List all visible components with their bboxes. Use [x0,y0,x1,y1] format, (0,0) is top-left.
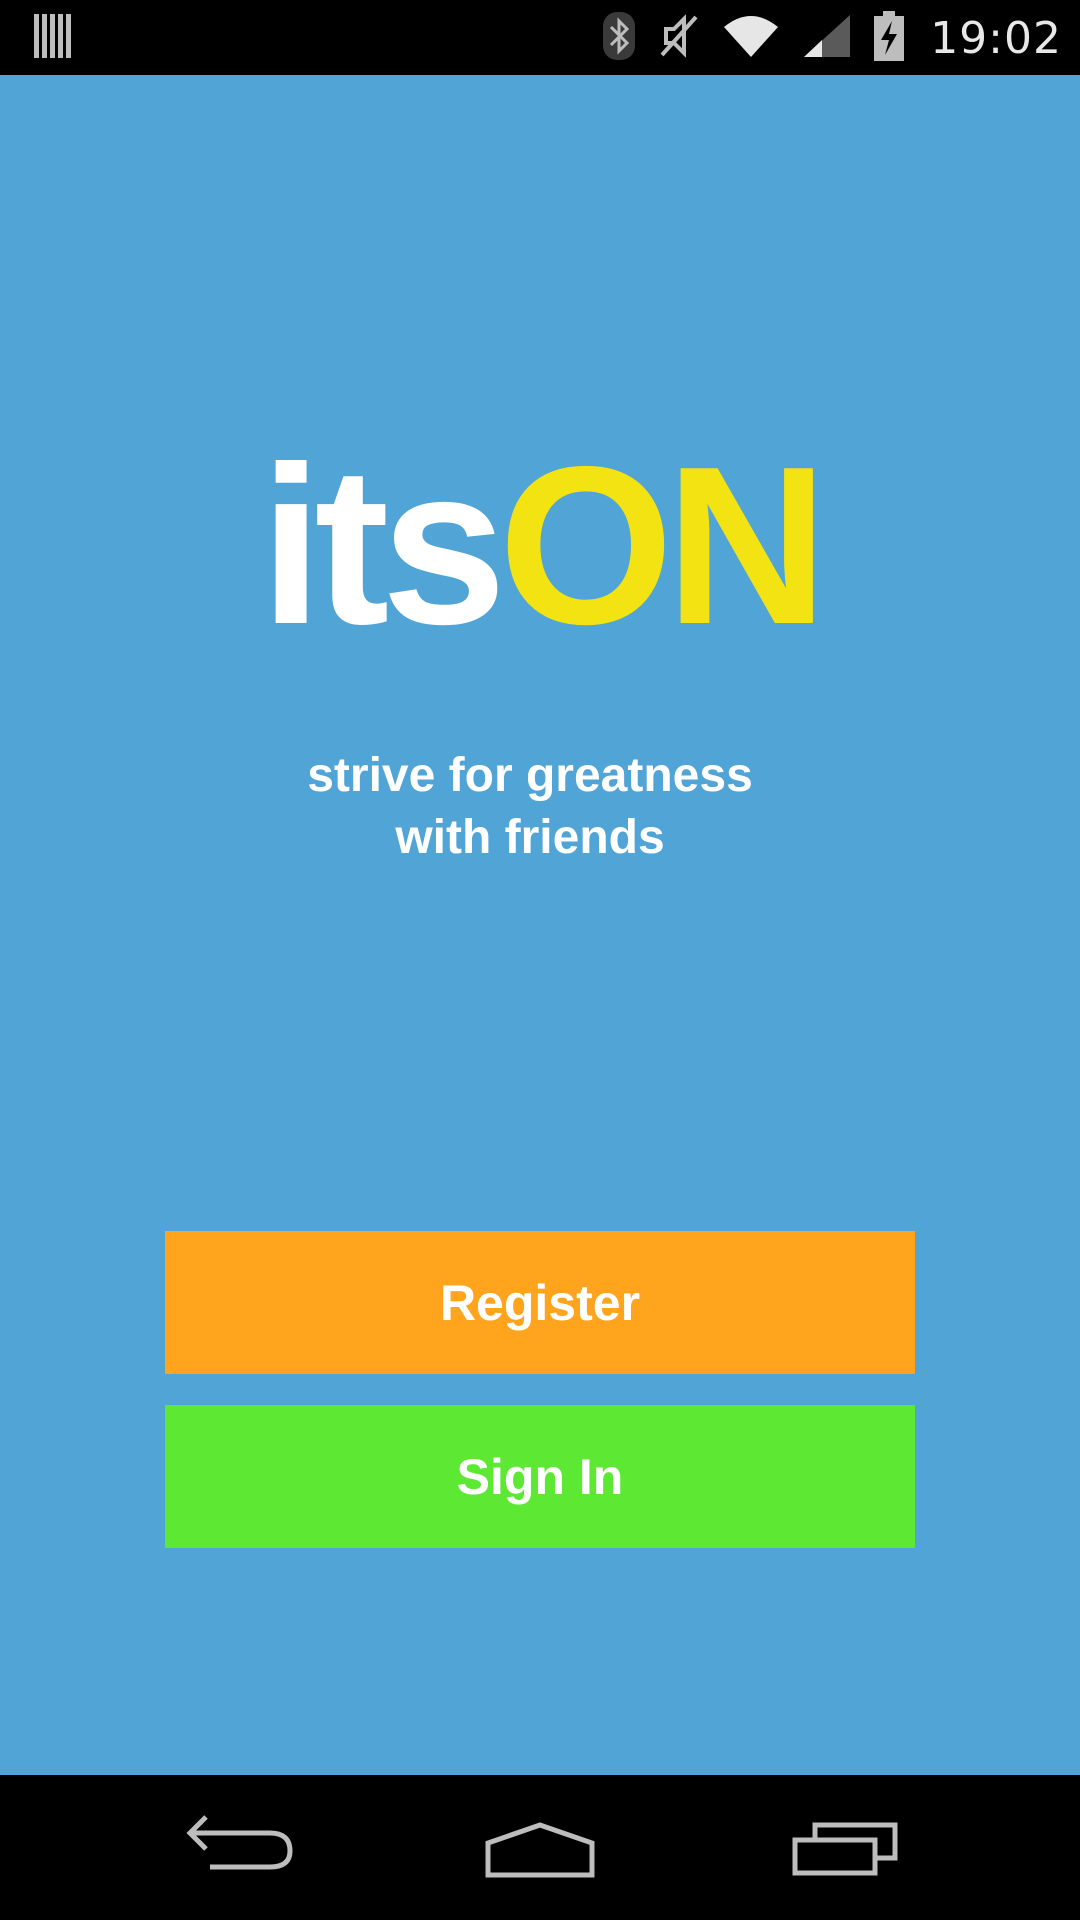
home-icon[interactable] [470,1805,610,1890]
tagline-line-2: with friends [395,811,665,864]
notification-barcode-icon [34,14,72,63]
register-button[interactable]: Register [165,1231,915,1374]
logo-text-its: its [259,419,507,671]
app-screen: itsON strive for greatness with friends … [0,75,1080,1775]
navigation-bar [0,1775,1080,1920]
sign-in-button[interactable]: Sign In [165,1405,915,1548]
battery-charging-icon [874,10,905,66]
bluetooth-icon [602,11,636,66]
logo-text-on: ON [498,419,828,671]
wifi-icon [722,13,780,64]
app-logo: itsON [0,433,1080,658]
status-bar: 19:02 [0,0,1080,75]
mute-icon [658,13,700,64]
tagline: strive for greatness with friends [0,745,1080,869]
back-icon[interactable] [170,1805,310,1890]
recents-icon[interactable] [770,1805,910,1890]
tagline-line-1: strive for greatness [307,749,753,802]
signal-icon [802,13,852,64]
status-time: 19:02 [930,12,1062,64]
